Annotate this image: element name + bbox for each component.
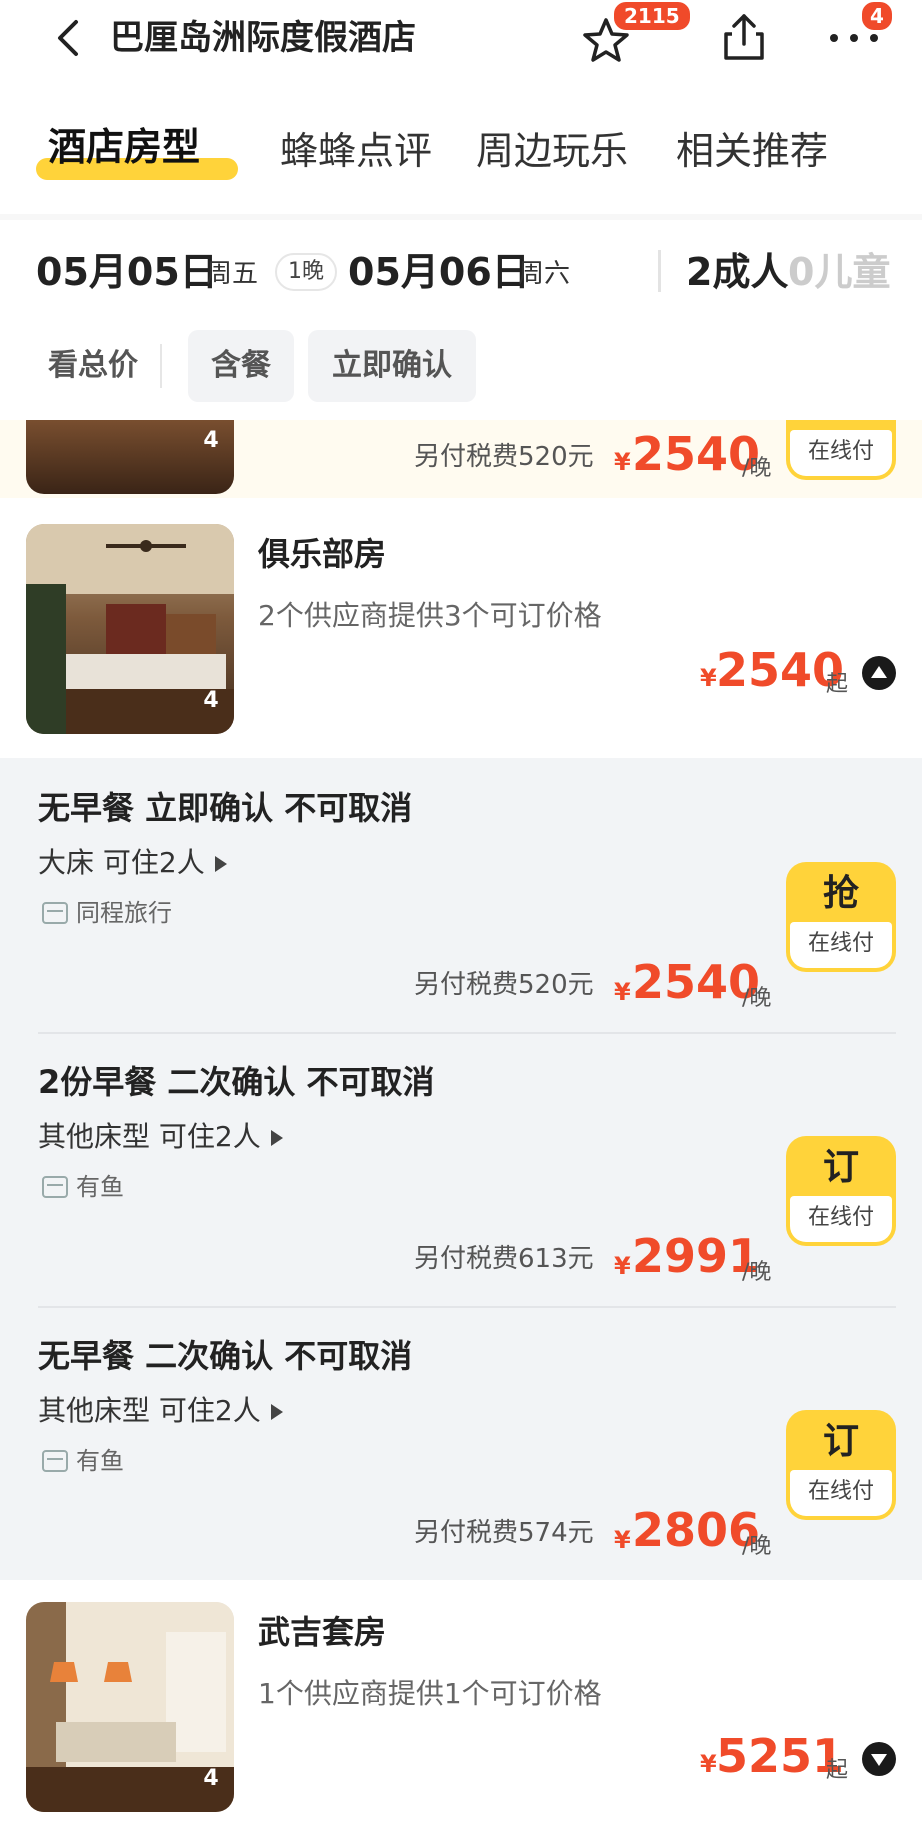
tax-note: 另付税费613元: [414, 1244, 594, 1274]
offer-bed-info[interactable]: 大床 可住2人: [38, 844, 227, 882]
filter-instant-confirm[interactable]: 立即确认: [308, 330, 476, 402]
grab-button[interactable]: 抢 在线付: [786, 862, 896, 972]
more-badge: 4: [860, 0, 894, 32]
currency-symbol: ¥: [614, 448, 631, 476]
bed-text: 其他床型 可住2人: [38, 1120, 261, 1153]
offer-divider: [38, 1306, 896, 1308]
currency-symbol: ¥: [614, 1526, 631, 1554]
collapse-toggle[interactable]: [862, 656, 896, 690]
room-offers-panel: 无早餐 立即确认 不可取消 大床 可住2人 同程旅行 另付税费520元 ¥ 25…: [0, 758, 922, 1580]
price-value: 2540: [632, 955, 761, 1009]
photo-count: 4: [203, 428, 219, 453]
per-night-label: /晚: [742, 1534, 772, 1559]
price-value: 2540: [632, 427, 761, 481]
tab-reviews[interactable]: 蜂蜂点评: [280, 126, 432, 176]
offer-title: 无早餐 二次确认 不可取消: [38, 1337, 413, 1375]
vendor: 有鱼: [42, 1170, 124, 1204]
filter-divider: [160, 344, 162, 388]
photo-count: 4: [203, 688, 219, 713]
filter-total-price[interactable]: 看总价: [48, 330, 138, 402]
tab-recommendations[interactable]: 相关推荐: [676, 126, 828, 176]
offer-divider: [38, 1032, 896, 1034]
book-button[interactable]: 在线付: [786, 420, 896, 480]
date-guest-divider: [658, 250, 661, 292]
room-list: 4 另付税费520元 ¥ 2540 /晚 在线付 4 俱乐部房 2个供应商提供3…: [0, 420, 922, 1838]
button-label: 订: [822, 1147, 859, 1188]
book-button[interactable]: 订 在线付: [786, 1136, 896, 1246]
offer-title: 2份早餐 二次确认 不可取消: [38, 1063, 435, 1101]
tax-note: 另付税费520元: [414, 442, 594, 472]
share-icon[interactable]: [718, 10, 770, 66]
play-arrow-icon: [270, 1404, 283, 1420]
checkout-weekday: 周六: [518, 259, 571, 289]
bed-text: 其他床型 可住2人: [38, 1394, 261, 1427]
back-arrow-icon[interactable]: [48, 16, 88, 60]
club-room-photo[interactable]: 4: [26, 524, 234, 734]
favorites-count-badge: 2115: [612, 0, 692, 32]
bed-text: 大床 可住2人: [38, 846, 205, 879]
vendor: 有鱼: [42, 1444, 124, 1478]
offer-title: 无早餐 立即确认 不可取消: [38, 789, 413, 827]
currency-symbol: ¥: [614, 1252, 631, 1280]
pay-online-label: 在线付: [790, 430, 892, 476]
pay-online-label: 在线付: [790, 1196, 892, 1242]
partial-room-photo[interactable]: 4: [26, 420, 234, 494]
per-night-label: /晚: [742, 986, 772, 1011]
tax-note: 另付税费574元: [414, 1518, 594, 1548]
section-divider: [0, 214, 922, 220]
price-from-label: 起: [826, 672, 849, 697]
per-night-label: /晚: [742, 1260, 772, 1285]
vendor-name: 有鱼: [76, 1173, 124, 1201]
photo-count: 4: [203, 1766, 219, 1791]
tab-room-types[interactable]: 酒店房型: [48, 122, 200, 172]
supplier-summary: 1个供应商提供1个可订价格: [258, 1677, 602, 1710]
per-night-label: /晚: [742, 456, 772, 481]
store-icon: [42, 1176, 68, 1198]
play-arrow-icon: [270, 1130, 283, 1146]
vendor-name: 有鱼: [76, 1447, 124, 1475]
currency-symbol: ¥: [700, 664, 717, 692]
starting-price: 5251: [716, 1729, 845, 1783]
chevron-down-icon: [871, 1754, 887, 1766]
vendor: 同程旅行: [42, 896, 172, 930]
store-icon: [42, 902, 68, 924]
currency-symbol: ¥: [614, 978, 631, 1006]
currency-symbol: ¥: [700, 1750, 717, 1778]
top-nav-bar: 巴厘岛洲际度假酒店 2115 4: [0, 0, 922, 80]
checkout-date[interactable]: 05月06日: [348, 248, 530, 296]
tab-nearby-fun[interactable]: 周边玩乐: [476, 126, 628, 176]
checkin-date[interactable]: 05月05日: [36, 248, 218, 296]
checkin-weekday: 周五: [206, 259, 259, 289]
children-count[interactable]: 0儿童: [788, 248, 890, 296]
chevron-up-icon: [871, 666, 887, 678]
page-title: 巴厘岛洲际度假酒店: [110, 18, 416, 58]
price-value: 2806: [632, 1503, 761, 1557]
nights-pill: 1晚: [275, 253, 337, 291]
offer-bed-info[interactable]: 其他床型 可住2人: [38, 1118, 283, 1156]
offer-bed-info[interactable]: 其他床型 可住2人: [38, 1392, 283, 1430]
vendor-name: 同程旅行: [76, 899, 172, 927]
play-arrow-icon: [214, 856, 227, 872]
button-label: 订: [822, 1421, 859, 1462]
bukit-suite-photo[interactable]: 4: [26, 1602, 234, 1812]
store-icon: [42, 1450, 68, 1472]
pay-online-label: 在线付: [790, 1470, 892, 1516]
price-value: 2991: [632, 1229, 761, 1283]
button-label: 抢: [822, 873, 859, 914]
filter-meal-included[interactable]: 含餐: [188, 330, 294, 402]
pay-online-label: 在线付: [790, 922, 892, 968]
tax-note: 另付税费520元: [414, 970, 594, 1000]
adults-count[interactable]: 2成人: [686, 248, 788, 296]
supplier-summary: 2个供应商提供3个可订价格: [258, 599, 602, 632]
starting-price: 2540: [716, 643, 845, 697]
room-name: 武吉套房: [258, 1613, 387, 1651]
room-name: 俱乐部房: [258, 535, 387, 573]
expand-toggle[interactable]: [862, 1742, 896, 1776]
price-from-label: 起: [826, 1758, 849, 1783]
book-button[interactable]: 订 在线付: [786, 1410, 896, 1520]
